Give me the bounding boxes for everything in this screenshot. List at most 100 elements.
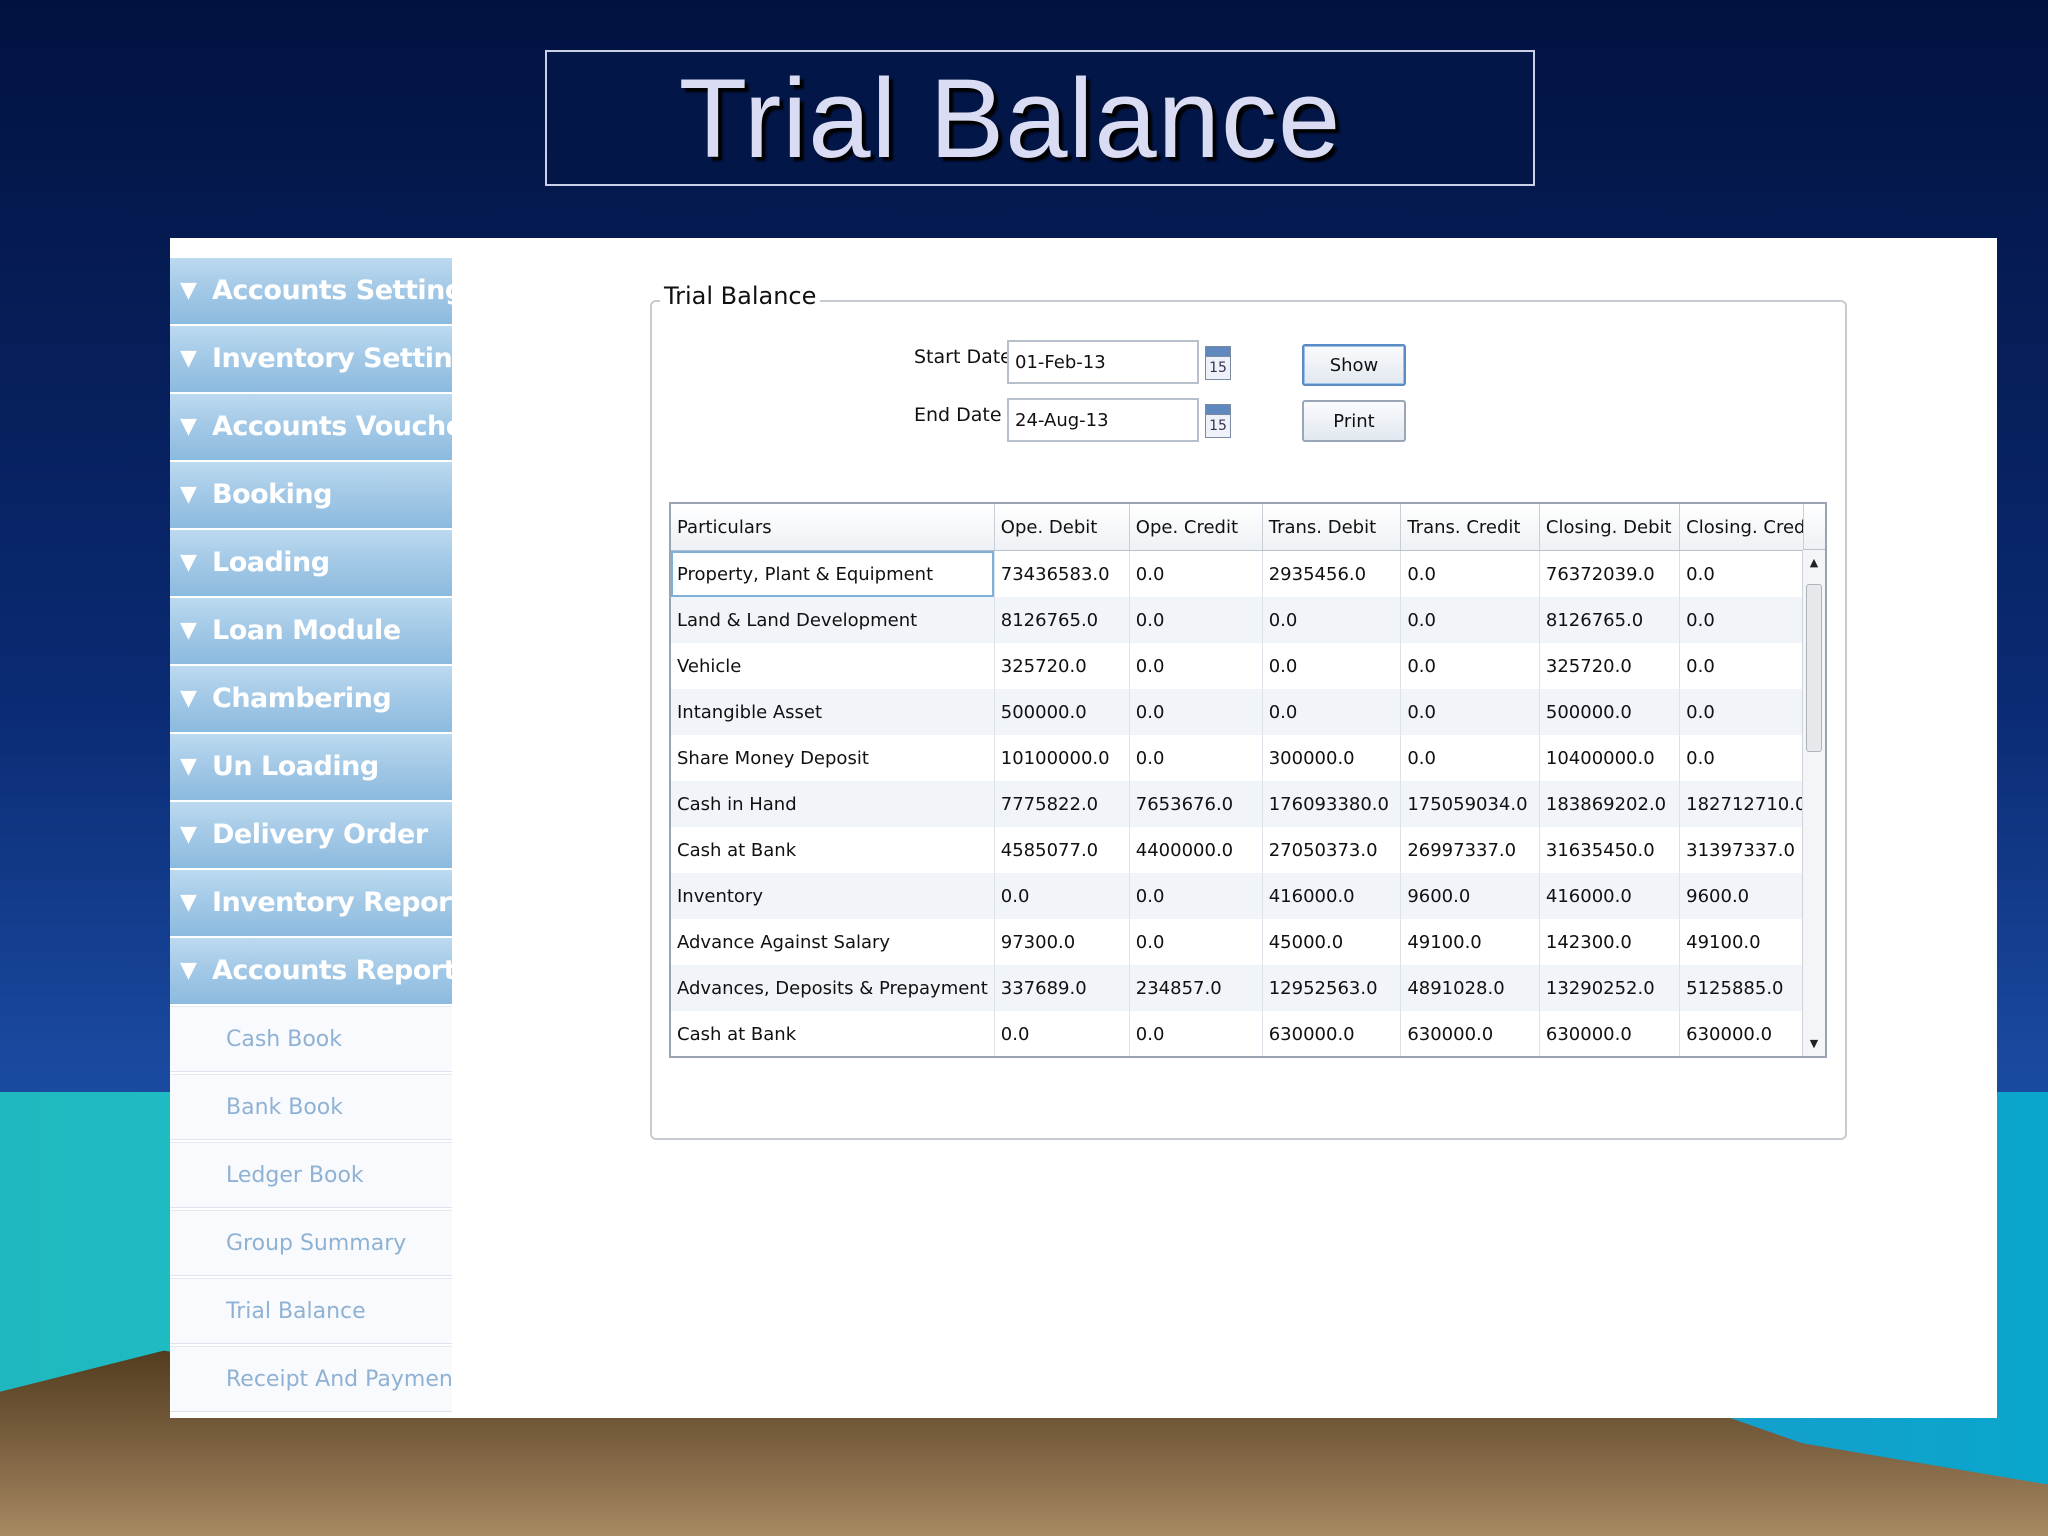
table-cell[interactable]: 0.0: [1400, 643, 1540, 689]
table-cell[interactable]: 4585077.0: [994, 827, 1130, 873]
menu-booking[interactable]: ▼ Booking: [170, 462, 452, 528]
table-row[interactable]: Intangible Asset 500000.0 0.0 0.0 0.0 50…: [671, 689, 1825, 735]
table-cell[interactable]: 9600.0: [1400, 873, 1540, 919]
table-cell[interactable]: 0.0: [1262, 643, 1402, 689]
table-cell[interactable]: 0.0: [1129, 597, 1263, 643]
print-button[interactable]: Print: [1302, 400, 1406, 442]
table-row[interactable]: Land & Land Development 8126765.0 0.0 0.…: [671, 597, 1825, 643]
table-cell[interactable]: 500000.0: [1539, 689, 1681, 735]
column-header[interactable]: Ope. Credit: [1129, 504, 1263, 551]
table-cell[interactable]: Land & Land Development: [671, 597, 995, 643]
table-cell[interactable]: 325720.0: [994, 643, 1130, 689]
table-row[interactable]: Property, Plant & Equipment 73436583.0 0…: [671, 550, 1825, 597]
table-cell[interactable]: 0.0: [994, 1011, 1130, 1056]
start-date-input[interactable]: [1007, 340, 1199, 384]
scroll-down-icon[interactable]: ▼: [1803, 1037, 1825, 1050]
table-cell[interactable]: 7775822.0: [994, 781, 1130, 827]
menu-loading[interactable]: ▼ Loading: [170, 530, 452, 596]
table-cell[interactable]: 31635450.0: [1539, 827, 1681, 873]
table-cell[interactable]: 0.0: [1129, 919, 1263, 965]
table-cell[interactable]: 234857.0: [1129, 965, 1263, 1011]
table-cell[interactable]: 26997337.0: [1400, 827, 1540, 873]
menu-loan-module[interactable]: ▼ Loan Module: [170, 598, 452, 664]
column-header[interactable]: Ope. Debit: [994, 504, 1130, 551]
table-cell[interactable]: 142300.0: [1539, 919, 1681, 965]
column-header[interactable]: Particulars: [671, 504, 995, 551]
menu-accounts-voucher[interactable]: ▼ Accounts Voucher: [170, 394, 452, 460]
table-cell[interactable]: 0.0: [1262, 597, 1402, 643]
table-cell[interactable]: 7653676.0: [1129, 781, 1263, 827]
table-cell[interactable]: Advance Against Salary: [671, 919, 995, 965]
table-cell[interactable]: 97300.0: [994, 919, 1130, 965]
table-cell[interactable]: 0.0: [994, 873, 1130, 919]
table-cell[interactable]: 337689.0: [994, 965, 1130, 1011]
table-cell[interactable]: 0.0: [1129, 735, 1263, 781]
submenu-bank-book[interactable]: Bank Book: [170, 1074, 452, 1140]
table-cell[interactable]: Cash in Hand: [671, 781, 995, 827]
table-cell[interactable]: 8126765.0: [1539, 597, 1681, 643]
table-row[interactable]: Cash at Bank 0.0 0.0 630000.0 630000.0 6…: [671, 1011, 1825, 1056]
submenu-group-summary[interactable]: Group Summary: [170, 1210, 452, 1276]
column-header[interactable]: Closing. Debit: [1539, 504, 1681, 551]
menu-chambering[interactable]: ▼ Chambering: [170, 666, 452, 732]
table-row[interactable]: Inventory 0.0 0.0 416000.0 9600.0 416000…: [671, 873, 1825, 919]
submenu-trial-balance[interactable]: Trial Balance: [170, 1278, 452, 1344]
table-cell[interactable]: 0.0: [1262, 689, 1402, 735]
scroll-up-icon[interactable]: ▲: [1803, 556, 1825, 569]
table-cell[interactable]: 13290252.0: [1539, 965, 1681, 1011]
table-cell[interactable]: 630000.0: [1262, 1011, 1402, 1056]
end-date-input[interactable]: [1007, 398, 1199, 442]
table-cell[interactable]: 76372039.0: [1539, 550, 1681, 597]
table-cell[interactable]: Advances, Deposits & Prepayment: [671, 965, 995, 1011]
table-row[interactable]: Advances, Deposits & Prepayment 337689.0…: [671, 965, 1825, 1011]
table-cell[interactable]: 49100.0: [1400, 919, 1540, 965]
table-cell[interactable]: 8126765.0: [994, 597, 1130, 643]
column-header[interactable]: Trans. Credit: [1400, 504, 1540, 551]
table-cell[interactable]: 4891028.0: [1400, 965, 1540, 1011]
submenu-ledger-book[interactable]: Ledger Book: [170, 1142, 452, 1208]
column-header[interactable]: Trans. Debit: [1262, 504, 1402, 551]
table-cell[interactable]: Share Money Deposit: [671, 735, 995, 781]
calendar-icon[interactable]: 15: [1205, 404, 1231, 438]
table-cell[interactable]: 73436583.0: [994, 550, 1130, 597]
table-cell[interactable]: 2935456.0: [1262, 550, 1402, 597]
table-row[interactable]: Cash at Bank 4585077.0 4400000.0 2705037…: [671, 827, 1825, 873]
table-cell[interactable]: Property, Plant & Equipment: [671, 550, 995, 597]
menu-un-loading[interactable]: ▼ Un Loading: [170, 734, 452, 800]
table-cell[interactable]: 630000.0: [1400, 1011, 1540, 1056]
table-cell[interactable]: Cash at Bank: [671, 827, 995, 873]
table-row[interactable]: Cash in Hand 7775822.0 7653676.0 1760933…: [671, 781, 1825, 827]
table-cell[interactable]: 416000.0: [1539, 873, 1681, 919]
table-cell[interactable]: 416000.0: [1262, 873, 1402, 919]
table-cell[interactable]: 300000.0: [1262, 735, 1402, 781]
menu-delivery-order[interactable]: ▼ Delivery Order: [170, 802, 452, 868]
table-cell[interactable]: 630000.0: [1539, 1011, 1681, 1056]
submenu-cash-book[interactable]: Cash Book: [170, 1006, 452, 1072]
table-cell[interactable]: 0.0: [1129, 689, 1263, 735]
submenu-receipt-and-payments[interactable]: Receipt And Payments: [170, 1346, 452, 1412]
table-cell[interactable]: 500000.0: [994, 689, 1130, 735]
table-cell[interactable]: 4400000.0: [1129, 827, 1263, 873]
table-row[interactable]: Vehicle 325720.0 0.0 0.0 0.0 325720.0 0.…: [671, 643, 1825, 689]
table-cell[interactable]: 175059034.0: [1400, 781, 1540, 827]
table-cell[interactable]: 0.0: [1400, 689, 1540, 735]
table-cell[interactable]: 45000.0: [1262, 919, 1402, 965]
table-cell[interactable]: 0.0: [1129, 873, 1263, 919]
table-cell[interactable]: Vehicle: [671, 643, 995, 689]
menu-inventory-settings[interactable]: ▼ Inventory Settings: [170, 326, 452, 392]
table-cell[interactable]: 10400000.0: [1539, 735, 1681, 781]
table-cell[interactable]: 0.0: [1129, 1011, 1263, 1056]
show-button[interactable]: Show: [1302, 344, 1406, 386]
scrollbar-thumb[interactable]: [1806, 584, 1822, 752]
table-cell[interactable]: Intangible Asset: [671, 689, 995, 735]
menu-inventory-report[interactable]: ▼ Inventory Report: [170, 870, 452, 936]
table-cell[interactable]: Cash at Bank: [671, 1011, 995, 1056]
calendar-icon[interactable]: 15: [1205, 346, 1231, 380]
table-cell[interactable]: 0.0: [1129, 643, 1263, 689]
table-row[interactable]: Advance Against Salary 97300.0 0.0 45000…: [671, 919, 1825, 965]
table-cell[interactable]: 0.0: [1400, 550, 1540, 597]
table-cell[interactable]: 0.0: [1400, 735, 1540, 781]
table-cell[interactable]: 27050373.0: [1262, 827, 1402, 873]
table-cell[interactable]: 10100000.0: [994, 735, 1130, 781]
menu-accounts-report[interactable]: ▼ Accounts Report: [170, 938, 452, 1004]
